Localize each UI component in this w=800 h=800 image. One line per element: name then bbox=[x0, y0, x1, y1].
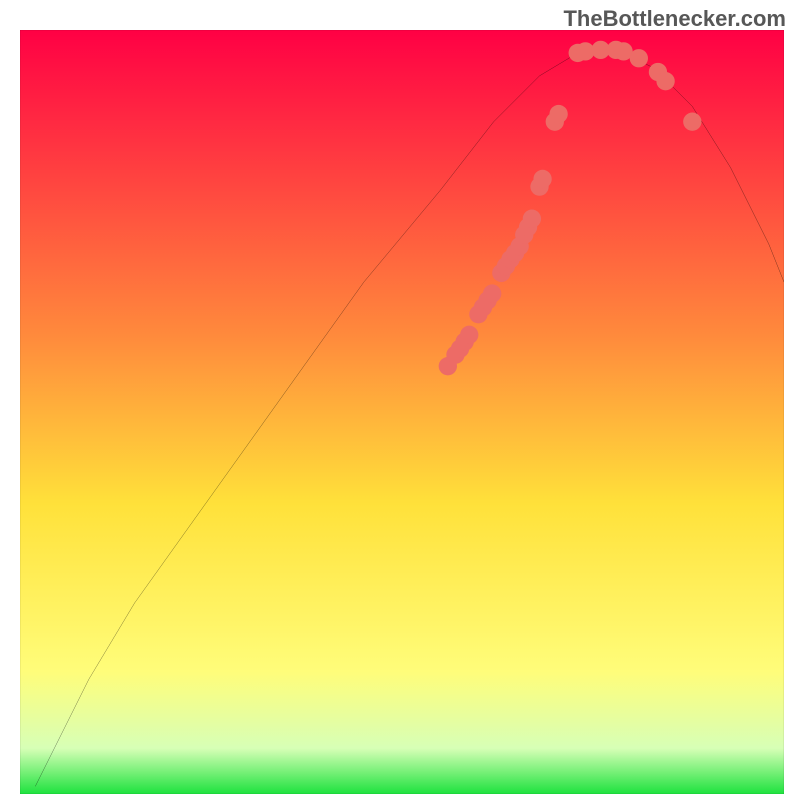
scatter-dot bbox=[630, 49, 648, 67]
scatter-dot bbox=[483, 284, 501, 302]
scatter-dot bbox=[683, 113, 701, 131]
chart-plot bbox=[20, 30, 784, 794]
scatter-dot bbox=[656, 72, 674, 90]
scatter-dot bbox=[533, 170, 551, 188]
branding-label: TheBottlenecker.com bbox=[563, 6, 786, 32]
scatter-dot bbox=[460, 326, 478, 344]
gradient-background bbox=[20, 30, 784, 794]
scatter-dot bbox=[549, 105, 567, 123]
scatter-dot bbox=[523, 210, 541, 228]
chart-container: TheBottlenecker.com bbox=[0, 0, 800, 800]
